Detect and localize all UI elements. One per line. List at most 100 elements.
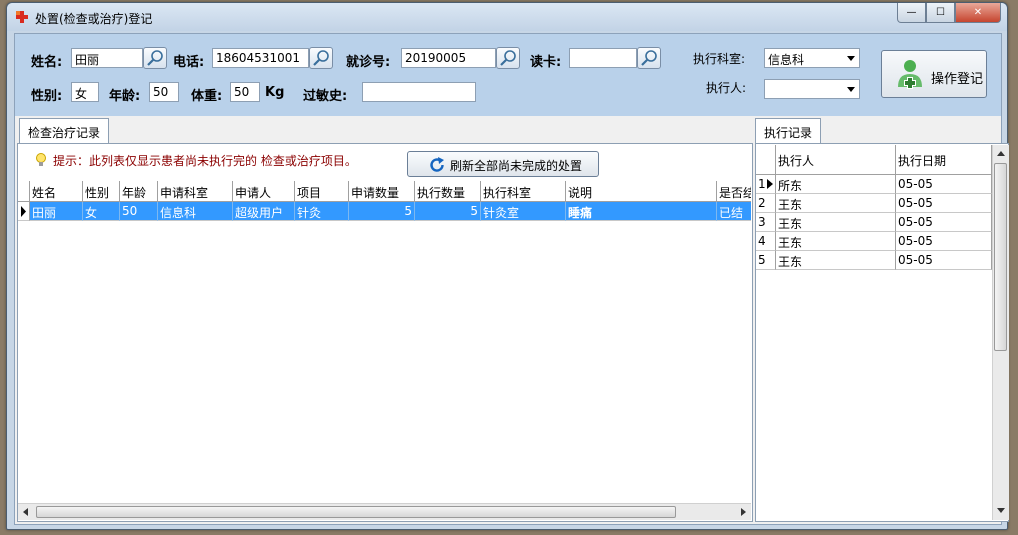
row-number: 5 xyxy=(756,251,776,270)
row-number: 4 xyxy=(756,232,776,251)
column-header[interactable]: 项目 xyxy=(295,181,349,202)
scroll-thumb[interactable] xyxy=(36,506,676,518)
window-controls: — ☐ ✕ xyxy=(897,3,1001,23)
refresh-pending-button[interactable]: 刷新全部尚未完成的处置 xyxy=(407,151,599,177)
cell-executor[interactable]: 王东 xyxy=(776,232,896,251)
age-field[interactable]: 50 xyxy=(149,82,179,102)
column-header[interactable]: 是否结 xyxy=(717,181,751,202)
gender-label: 性别: xyxy=(31,89,63,104)
table-row[interactable]: 田丽 女 50 信息科 超级用户 针灸 5 5 针灸室 睡痛 已结 xyxy=(18,202,751,221)
cell-exec-qty[interactable]: 5 xyxy=(415,202,481,221)
row-header-corner xyxy=(18,181,30,202)
cell-executor[interactable]: 所东 xyxy=(776,175,896,194)
table-row[interactable]: 2 王东 05-05 xyxy=(756,194,992,213)
scroll-thumb[interactable] xyxy=(994,163,1007,351)
maximize-button[interactable]: ☐ xyxy=(926,3,955,23)
row-pointer-icon xyxy=(767,179,773,189)
scroll-down-icon[interactable] xyxy=(996,507,1006,515)
cell-note[interactable]: 睡痛 xyxy=(566,202,717,221)
column-header[interactable]: 姓名 xyxy=(30,181,83,202)
cell-completed[interactable]: 已结 xyxy=(717,202,751,221)
magnifier-icon xyxy=(500,50,516,66)
executor-select[interactable] xyxy=(764,79,860,99)
age-label: 年龄: xyxy=(109,89,141,104)
patient-info-panel: 姓名: 田丽 电话: 18604531001 就诊号: 20190005 读卡:… xyxy=(15,34,1001,116)
visit-number-label: 就诊号: xyxy=(346,55,391,70)
chevron-down-icon xyxy=(847,56,855,61)
weight-unit: Kg xyxy=(265,85,285,100)
close-button[interactable]: ✕ xyxy=(955,3,1001,23)
cell-request-qty[interactable]: 5 xyxy=(349,202,415,221)
minimize-button[interactable]: — xyxy=(897,3,926,23)
scroll-right-icon[interactable] xyxy=(740,507,748,517)
card-search-button[interactable] xyxy=(637,47,661,69)
column-header[interactable]: 执行人 xyxy=(776,145,896,175)
column-header[interactable]: 申请科室 xyxy=(158,181,233,202)
main-window: 处置(检查或治疗)登记 — ☐ ✕ 姓名: 田丽 电话: 18604531001… xyxy=(6,2,1009,530)
phone-field[interactable]: 18604531001 xyxy=(212,48,309,68)
title-bar[interactable]: 处置(检查或治疗)登记 — ☐ ✕ xyxy=(7,3,1007,31)
name-search-button[interactable] xyxy=(143,47,167,69)
column-header[interactable]: 执行日期 xyxy=(896,145,992,175)
name-label: 姓名: xyxy=(31,55,63,70)
cell-executor[interactable]: 王东 xyxy=(776,251,896,270)
scroll-up-icon[interactable] xyxy=(996,149,1006,157)
tab-treatment-records[interactable]: 检查治疗记录 xyxy=(19,118,110,144)
cell-request-dept[interactable]: 信息科 xyxy=(158,202,233,221)
tab-execution-records[interactable]: 执行记录 xyxy=(755,118,822,144)
magnifier-icon xyxy=(147,50,163,66)
vertical-scrollbar[interactable] xyxy=(992,145,1009,520)
gender-field[interactable]: 女 xyxy=(71,82,99,102)
column-header[interactable]: 执行科室 xyxy=(481,181,566,202)
column-header[interactable]: 执行数量 xyxy=(415,181,481,202)
column-header[interactable]: 申请人 xyxy=(233,181,295,202)
allergy-label: 过敏史: xyxy=(303,89,348,104)
refresh-icon xyxy=(430,157,444,172)
column-header[interactable]: 年龄 xyxy=(120,181,158,202)
name-field[interactable]: 田丽 xyxy=(71,48,143,68)
cell-executor[interactable]: 王东 xyxy=(776,213,896,232)
row-number: 3 xyxy=(756,213,776,232)
cell-exec-dept[interactable]: 针灸室 xyxy=(481,202,566,221)
chevron-down-icon xyxy=(847,87,855,92)
column-header[interactable]: 申请数量 xyxy=(349,181,415,202)
horizontal-scrollbar[interactable] xyxy=(18,503,751,520)
register-button[interactable]: 操作登记 xyxy=(881,50,987,98)
lightbulb-icon xyxy=(36,153,46,166)
scroll-left-icon[interactable] xyxy=(21,507,29,517)
exec-dept-select[interactable]: 信息科 xyxy=(764,48,860,68)
register-button-label: 操作登记 xyxy=(931,72,984,87)
table-row[interactable]: 5 王东 05-05 xyxy=(756,251,992,270)
table-row[interactable]: 1 所东 05-05 xyxy=(756,175,992,194)
row-selector[interactable] xyxy=(18,202,30,221)
visit-number-field[interactable]: 20190005 xyxy=(401,48,496,68)
magnifier-icon xyxy=(313,50,329,66)
visit-search-button[interactable] xyxy=(496,47,520,69)
phone-search-button[interactable] xyxy=(309,47,333,69)
column-header[interactable]: 性别 xyxy=(83,181,120,202)
treatment-grid[interactable]: 姓名 性别 年龄 申请科室 申请人 项目 申请数量 执行数量 执行科室 说明 是… xyxy=(18,181,751,503)
allergy-field[interactable] xyxy=(362,82,476,102)
refresh-button-label: 刷新全部尚未完成的处置 xyxy=(450,159,583,173)
row-number: 2 xyxy=(756,194,776,213)
card-field[interactable] xyxy=(569,48,637,68)
cell-exec-date[interactable]: 05-05 xyxy=(896,213,992,232)
cell-requester[interactable]: 超级用户 xyxy=(233,202,295,221)
cell-exec-date[interactable]: 05-05 xyxy=(896,251,992,270)
cell-name[interactable]: 田丽 xyxy=(30,202,83,221)
weight-field[interactable]: 50 xyxy=(230,82,260,102)
cell-age[interactable]: 50 xyxy=(120,202,158,221)
table-row[interactable]: 3 王东 05-05 xyxy=(756,213,992,232)
cell-exec-date[interactable]: 05-05 xyxy=(896,194,992,213)
cell-exec-date[interactable]: 05-05 xyxy=(896,232,992,251)
column-header[interactable]: 说明 xyxy=(566,181,717,202)
table-row[interactable]: 4 王东 05-05 xyxy=(756,232,992,251)
execution-grid[interactable]: 执行人 执行日期 1 所东 05-05 2 王东 05-05 3 王东 05-0… xyxy=(756,145,992,520)
row-number: 1 xyxy=(756,175,776,194)
cell-exec-date[interactable]: 05-05 xyxy=(896,175,992,194)
medical-cross-icon xyxy=(16,11,28,23)
row-header-corner xyxy=(756,145,776,175)
cell-executor[interactable]: 王东 xyxy=(776,194,896,213)
cell-item[interactable]: 针灸 xyxy=(295,202,349,221)
cell-gender[interactable]: 女 xyxy=(83,202,120,221)
